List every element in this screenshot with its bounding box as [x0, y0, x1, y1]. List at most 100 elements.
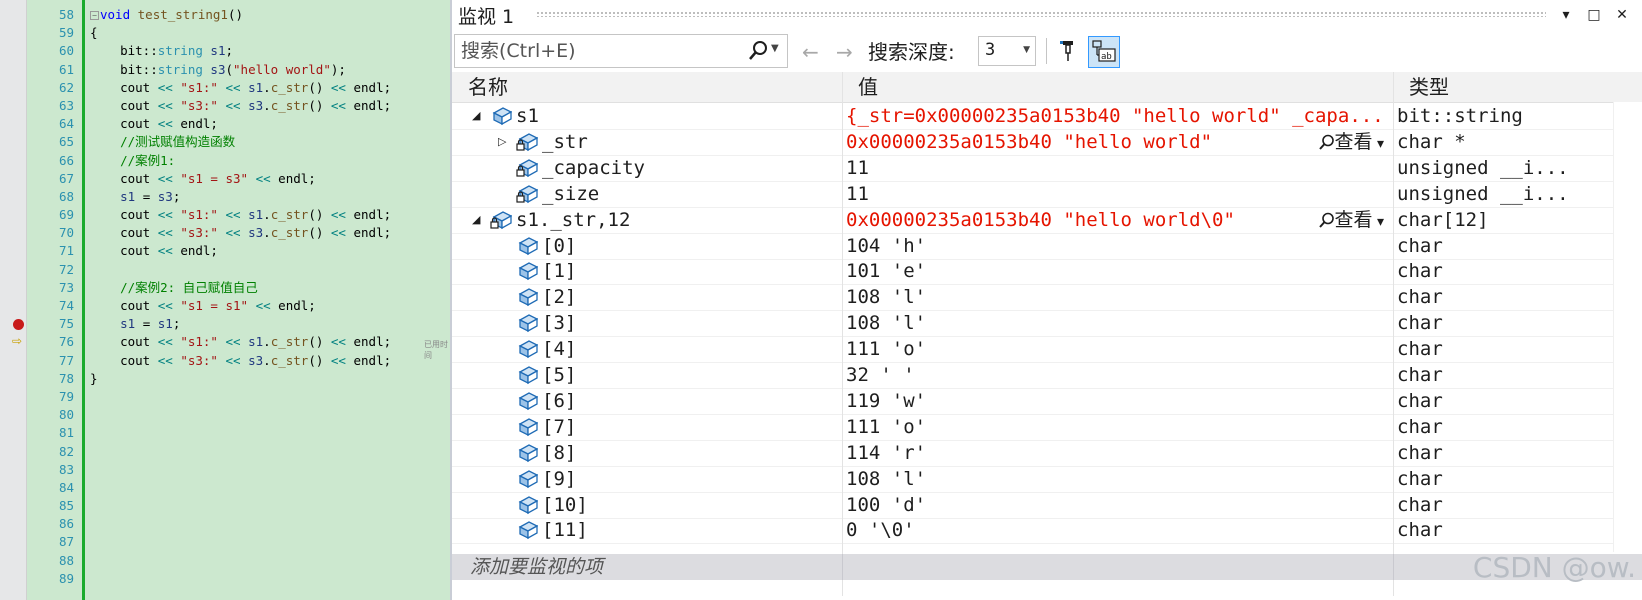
code-line[interactable]: cout << endl;: [90, 242, 450, 260]
code-line[interactable]: }: [90, 370, 450, 388]
watch-type-cell[interactable]: char: [1393, 517, 1588, 543]
visualizer-button[interactable]: 查看 ▾: [1318, 129, 1384, 157]
watch-type-cell[interactable]: char: [1393, 336, 1588, 362]
watch-value-cell[interactable]: 0x00000235a0153b40 "hello world\0" 查看 ▾: [842, 207, 1392, 233]
column-header-type[interactable]: 类型: [1393, 72, 1588, 102]
watch-row[interactable]: [3] 108 'l' char: [452, 310, 1614, 338]
watch-type-cell[interactable]: char[12]: [1393, 207, 1588, 233]
watch-value-cell[interactable]: 108 'l': [842, 310, 1392, 336]
watch-row[interactable]: ▷ _str 0x00000235a0153b40 "hello world" 查看 …: [452, 129, 1614, 156]
code-lines[interactable]: − void test_string1(){ bit::string s1; bi…: [90, 6, 450, 588]
code-line[interactable]: {: [90, 24, 450, 42]
code-line[interactable]: s1 = s1;: [90, 315, 450, 333]
watch-value-cell[interactable]: 111 'o': [842, 414, 1392, 440]
watch-name-cell[interactable]: _size: [452, 181, 842, 207]
code-line[interactable]: cout << "s3:" << s3.c_str() << endl;: [90, 97, 450, 115]
watch-row[interactable]: [0] 104 'h' char: [452, 233, 1614, 260]
watch-type-cell[interactable]: char *: [1393, 129, 1588, 155]
watch-row[interactable]: [7] 111 'o' char: [452, 414, 1614, 441]
code-line[interactable]: − void test_string1(): [90, 6, 450, 24]
column-divider[interactable]: [842, 72, 843, 102]
code-line[interactable]: cout << "s3:" << s3.c_str() << endl;: [90, 352, 450, 370]
watch-value-cell[interactable]: 100 'd': [842, 492, 1392, 518]
code-line[interactable]: [90, 479, 450, 497]
code-line[interactable]: [90, 424, 450, 442]
breakpoint-icon[interactable]: [13, 319, 24, 330]
watch-name-cell[interactable]: [5]: [452, 362, 842, 388]
code-line[interactable]: [90, 570, 450, 588]
code-line[interactable]: cout << "s1:" << s1.c_str() << endl;: [90, 206, 450, 224]
code-line[interactable]: //测试赋值构造函数: [90, 133, 450, 151]
watch-row[interactable]: [8] 114 'r' char: [452, 440, 1614, 467]
watch-name-cell[interactable]: [4]: [452, 336, 842, 362]
watch-value-cell[interactable]: 0x00000235a0153b40 "hello world" 查看 ▾: [842, 129, 1392, 155]
watch-type-cell[interactable]: char: [1393, 440, 1588, 466]
watch-type-cell[interactable]: char: [1393, 388, 1588, 414]
watch-value-cell[interactable]: 11: [842, 181, 1392, 207]
watch-name-cell[interactable]: [2]: [452, 284, 842, 310]
column-header-value[interactable]: 值: [842, 72, 1392, 102]
collapsed-arrow-icon[interactable]: ▷: [498, 129, 506, 155]
search-options-dropdown-icon[interactable]: ▼: [771, 43, 779, 54]
collapse-icon[interactable]: −: [90, 11, 99, 20]
watch-name-cell[interactable]: ◢ s1: [452, 103, 842, 129]
watch-type-cell[interactable]: char: [1393, 284, 1588, 310]
watch-name-cell[interactable]: [0]: [452, 233, 842, 259]
watch-value-cell[interactable]: 111 'o': [842, 336, 1392, 362]
code-line[interactable]: bit::string s3("hello world");: [90, 61, 450, 79]
maximize-icon[interactable]: □: [1584, 5, 1604, 25]
watch-row[interactable]: [9] 108 'l' char: [452, 466, 1614, 493]
watch-name-cell[interactable]: [3]: [452, 310, 842, 336]
code-line[interactable]: s1 = s3;: [90, 188, 450, 206]
watch-type-cell[interactable]: char: [1393, 258, 1588, 284]
code-line[interactable]: [90, 497, 450, 515]
code-line[interactable]: [90, 388, 450, 406]
search-back-icon[interactable]: ←: [802, 40, 819, 64]
vertical-scrollbar[interactable]: [1613, 102, 1642, 552]
glyph-margin[interactable]: [0, 0, 27, 600]
code-line[interactable]: //案例1:: [90, 152, 450, 170]
watch-type-cell[interactable]: unsigned __i...: [1393, 181, 1588, 207]
watch-type-cell[interactable]: char: [1393, 362, 1588, 388]
hexadecimal-display-toggle[interactable]: ab: [1088, 36, 1120, 68]
search-depth-select[interactable]: 3 ▼: [978, 36, 1036, 66]
code-line[interactable]: cout << "s3:" << s3.c_str() << endl;: [90, 224, 450, 242]
watch-value-cell[interactable]: {_str=0x00000235a0153b40 "hello world" _…: [842, 103, 1392, 129]
watch-row[interactable]: _capacity 11 unsigned __i...: [452, 155, 1614, 182]
visualizer-button[interactable]: 查看 ▾: [1318, 207, 1384, 235]
watch-name-cell[interactable]: _capacity: [452, 155, 842, 181]
watch-type-cell[interactable]: char: [1393, 233, 1588, 259]
watch-type-cell[interactable]: bit::string: [1393, 103, 1588, 129]
expanded-arrow-icon[interactable]: ◢: [472, 103, 480, 129]
code-line[interactable]: [90, 443, 450, 461]
watch-value-cell[interactable]: 32 ' ': [842, 362, 1392, 388]
code-line[interactable]: [90, 261, 450, 279]
watch-row[interactable]: _size 11 unsigned __i...: [452, 181, 1614, 208]
watch-name-cell[interactable]: [11]: [452, 517, 842, 543]
close-icon[interactable]: ✕: [1612, 5, 1632, 25]
watch-row[interactable]: [2] 108 'l' char: [452, 284, 1614, 312]
watch-row[interactable]: ◢ s1._str,12 0x00000235a0153b40 "hello wor…: [452, 207, 1614, 234]
watch-type-cell[interactable]: char: [1393, 492, 1588, 518]
watch-value-cell[interactable]: 108 'l': [842, 466, 1392, 492]
search-box[interactable]: ▼: [454, 34, 788, 68]
watch-row[interactable]: [1] 101 'e' char: [452, 258, 1614, 286]
add-watch-row[interactable]: 添加要监视的项: [452, 554, 1642, 580]
watch-type-cell[interactable]: unsigned __i...: [1393, 155, 1588, 181]
watch-value-cell[interactable]: 11: [842, 155, 1392, 181]
watch-value-cell[interactable]: 101 'e': [842, 258, 1392, 284]
watch-value-cell[interactable]: 104 'h': [842, 233, 1392, 259]
drag-grip[interactable]: [536, 11, 1546, 17]
watch-row[interactable]: [11] 0 '\0' char: [452, 517, 1614, 545]
code-line[interactable]: cout << "s1 = s1" << endl;: [90, 297, 450, 315]
watch-name-cell[interactable]: [6]: [452, 388, 842, 414]
watch-value-cell[interactable]: 0 '\0': [842, 517, 1392, 543]
code-line[interactable]: [90, 461, 450, 479]
watch-name-cell[interactable]: [7]: [452, 414, 842, 440]
watch-value-cell[interactable]: 108 'l': [842, 284, 1392, 310]
search-forward-icon[interactable]: →: [836, 40, 853, 64]
watch-name-cell[interactable]: [10]: [452, 492, 842, 518]
watch-value-cell[interactable]: 114 'r': [842, 440, 1392, 466]
watch-type-cell[interactable]: char: [1393, 310, 1588, 336]
code-line[interactable]: [90, 515, 450, 533]
